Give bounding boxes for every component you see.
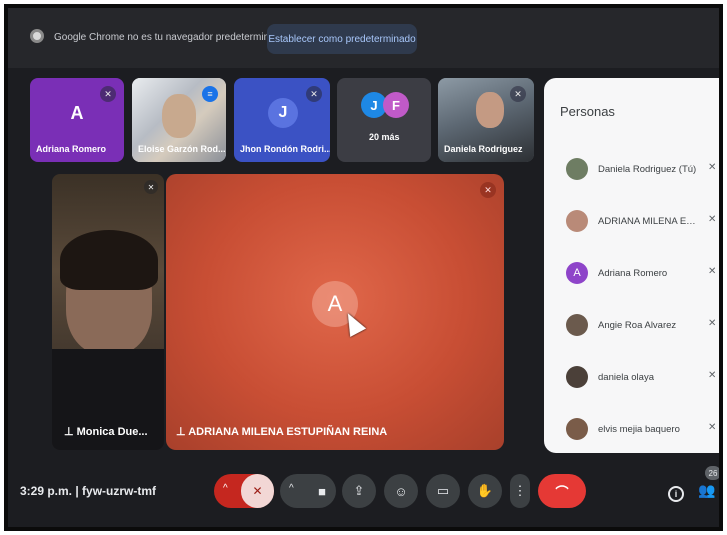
main-participant-tile[interactable]: A ✕ ⊥ ADRIANA MILENA ESTUPIÑAN REINA	[166, 174, 504, 450]
participant-name: ⊥ Monica Due...	[64, 425, 148, 438]
participant-tile-daniela-rodriguez[interactable]: ✕ Daniela Rodriguez	[438, 78, 534, 162]
leave-call-button[interactable]: ⌒	[538, 474, 586, 508]
participant-name: Adriana Romero	[36, 144, 107, 154]
participant-tile-adriana-romero[interactable]: A ✕ Adriana Romero	[30, 78, 124, 162]
hand-icon: ✋	[476, 483, 494, 498]
people-count-badge: 26	[705, 466, 719, 480]
speaking-icon: ≡	[202, 86, 218, 102]
meeting-time-and-code: 3:29 p.m. | fyw-uzrw-tmf	[20, 484, 157, 498]
muted-icon: ✕	[708, 214, 717, 225]
muted-icon: ✕	[144, 180, 158, 194]
muted-icon: ✕	[708, 422, 717, 433]
present-screen-button[interactable]: ⇪	[342, 474, 376, 508]
notice-text: Google Chrome no es tu navegador predete…	[54, 32, 286, 43]
muted-icon: ✕	[480, 182, 496, 198]
captions-icon: ▭	[436, 483, 450, 498]
participant-hair	[60, 230, 158, 290]
participant-face	[476, 92, 504, 128]
pin-icon: ⊥	[176, 426, 189, 438]
people-list-item[interactable]: daniela olaya ✕	[544, 358, 719, 398]
avatar: A	[70, 102, 84, 123]
muted-icon: ✕	[708, 370, 717, 381]
people-panel: Personas Daniela Rodriguez (Tú) ✕ ADRIAN…	[544, 78, 719, 453]
reactions-button[interactable]: ☺	[384, 474, 418, 508]
mic-options-chevron-up-icon[interactable]: ^	[223, 483, 228, 494]
muted-icon: ✕	[708, 266, 717, 277]
avatar: J	[268, 98, 298, 128]
participant-name: Daniela Rodriguez	[444, 144, 523, 154]
person-name: daniela olaya	[598, 372, 654, 383]
panel-title: Personas	[560, 104, 615, 119]
muted-icon: ✕	[306, 86, 322, 102]
participant-name: Jhon Rondón Rodri...	[240, 144, 330, 154]
people-icon[interactable]: 👥	[698, 482, 715, 499]
avatar	[566, 366, 588, 388]
participant-name-text: ADRIANA MILENA ESTUPIÑAN REINA	[188, 426, 388, 438]
participant-name-text: Monica Due...	[76, 426, 148, 438]
more-options-button[interactable]: ⋮	[510, 474, 530, 508]
participant-face	[162, 94, 196, 138]
avatar-f: F	[383, 92, 409, 118]
participant-name: ⊥ ADRIANA MILENA ESTUPIÑAN REINA	[176, 425, 387, 438]
camera-icon[interactable]: ■	[308, 474, 336, 508]
raise-hand-button[interactable]: ✋	[468, 474, 502, 508]
microphone-control[interactable]: ^ ✕	[214, 474, 274, 508]
avatar	[566, 314, 588, 336]
avatar	[566, 158, 588, 180]
camera-control[interactable]: ^ ■	[280, 474, 336, 508]
avatar: A	[566, 262, 588, 284]
hangup-icon: ⌒	[555, 484, 569, 500]
people-list-item[interactable]: elvis mejia baquero ✕	[544, 410, 719, 450]
mic-off-icon[interactable]: ✕	[241, 474, 274, 508]
person-name: Adriana Romero	[598, 268, 668, 279]
people-list-item[interactable]: ADRIANA MILENA ESTU... ✕	[544, 202, 719, 242]
avatar	[566, 418, 588, 440]
camera-options-chevron-up-icon[interactable]: ^	[289, 483, 294, 494]
set-default-button[interactable]: Establecer como predeterminado	[267, 24, 417, 54]
chrome-icon	[30, 29, 44, 43]
muted-icon: ✕	[708, 162, 717, 173]
person-name: ADRIANA MILENA ESTU...	[598, 216, 698, 227]
participant-tile-jhon-rondon[interactable]: J ✕ Jhon Rondón Rodri...	[234, 78, 330, 162]
people-list-item[interactable]: Daniela Rodriguez (Tú) ✕	[544, 150, 719, 190]
meet-window: Google Chrome no es tu navegador predete…	[4, 4, 723, 531]
more-participants-tile[interactable]: J F 20 más	[337, 78, 431, 162]
emoji-icon: ☺	[394, 483, 408, 499]
pin-icon: ⊥	[64, 426, 77, 438]
avatar	[566, 210, 588, 232]
muted-icon: ✕	[510, 86, 526, 102]
more-vert-icon: ⋮	[513, 483, 527, 498]
default-browser-notice: Google Chrome no es tu navegador predete…	[8, 8, 719, 68]
people-list-item[interactable]: Angie Roa Alvarez ✕	[544, 306, 719, 346]
person-name: Daniela Rodriguez (Tú)	[598, 164, 697, 175]
more-count-label: 20 más	[369, 132, 400, 142]
participant-name: Eloise Garzón Rod...	[138, 144, 226, 154]
meeting-info-icon[interactable]: i	[668, 486, 684, 502]
people-list-item[interactable]: A Adriana Romero ✕	[544, 254, 719, 294]
captions-button[interactable]: ▭	[426, 474, 460, 508]
person-name: Angie Roa Alvarez	[598, 320, 677, 331]
present-icon: ⇪	[353, 483, 365, 498]
muted-icon: ✕	[100, 86, 116, 102]
participant-tile-eloise[interactable]: ≡ Eloise Garzón Rod...	[132, 78, 226, 162]
person-name: elvis mejia baquero	[598, 424, 680, 435]
participant-tile-monica[interactable]: ✕ ⊥ Monica Due...	[52, 174, 164, 450]
muted-icon: ✕	[708, 318, 717, 329]
